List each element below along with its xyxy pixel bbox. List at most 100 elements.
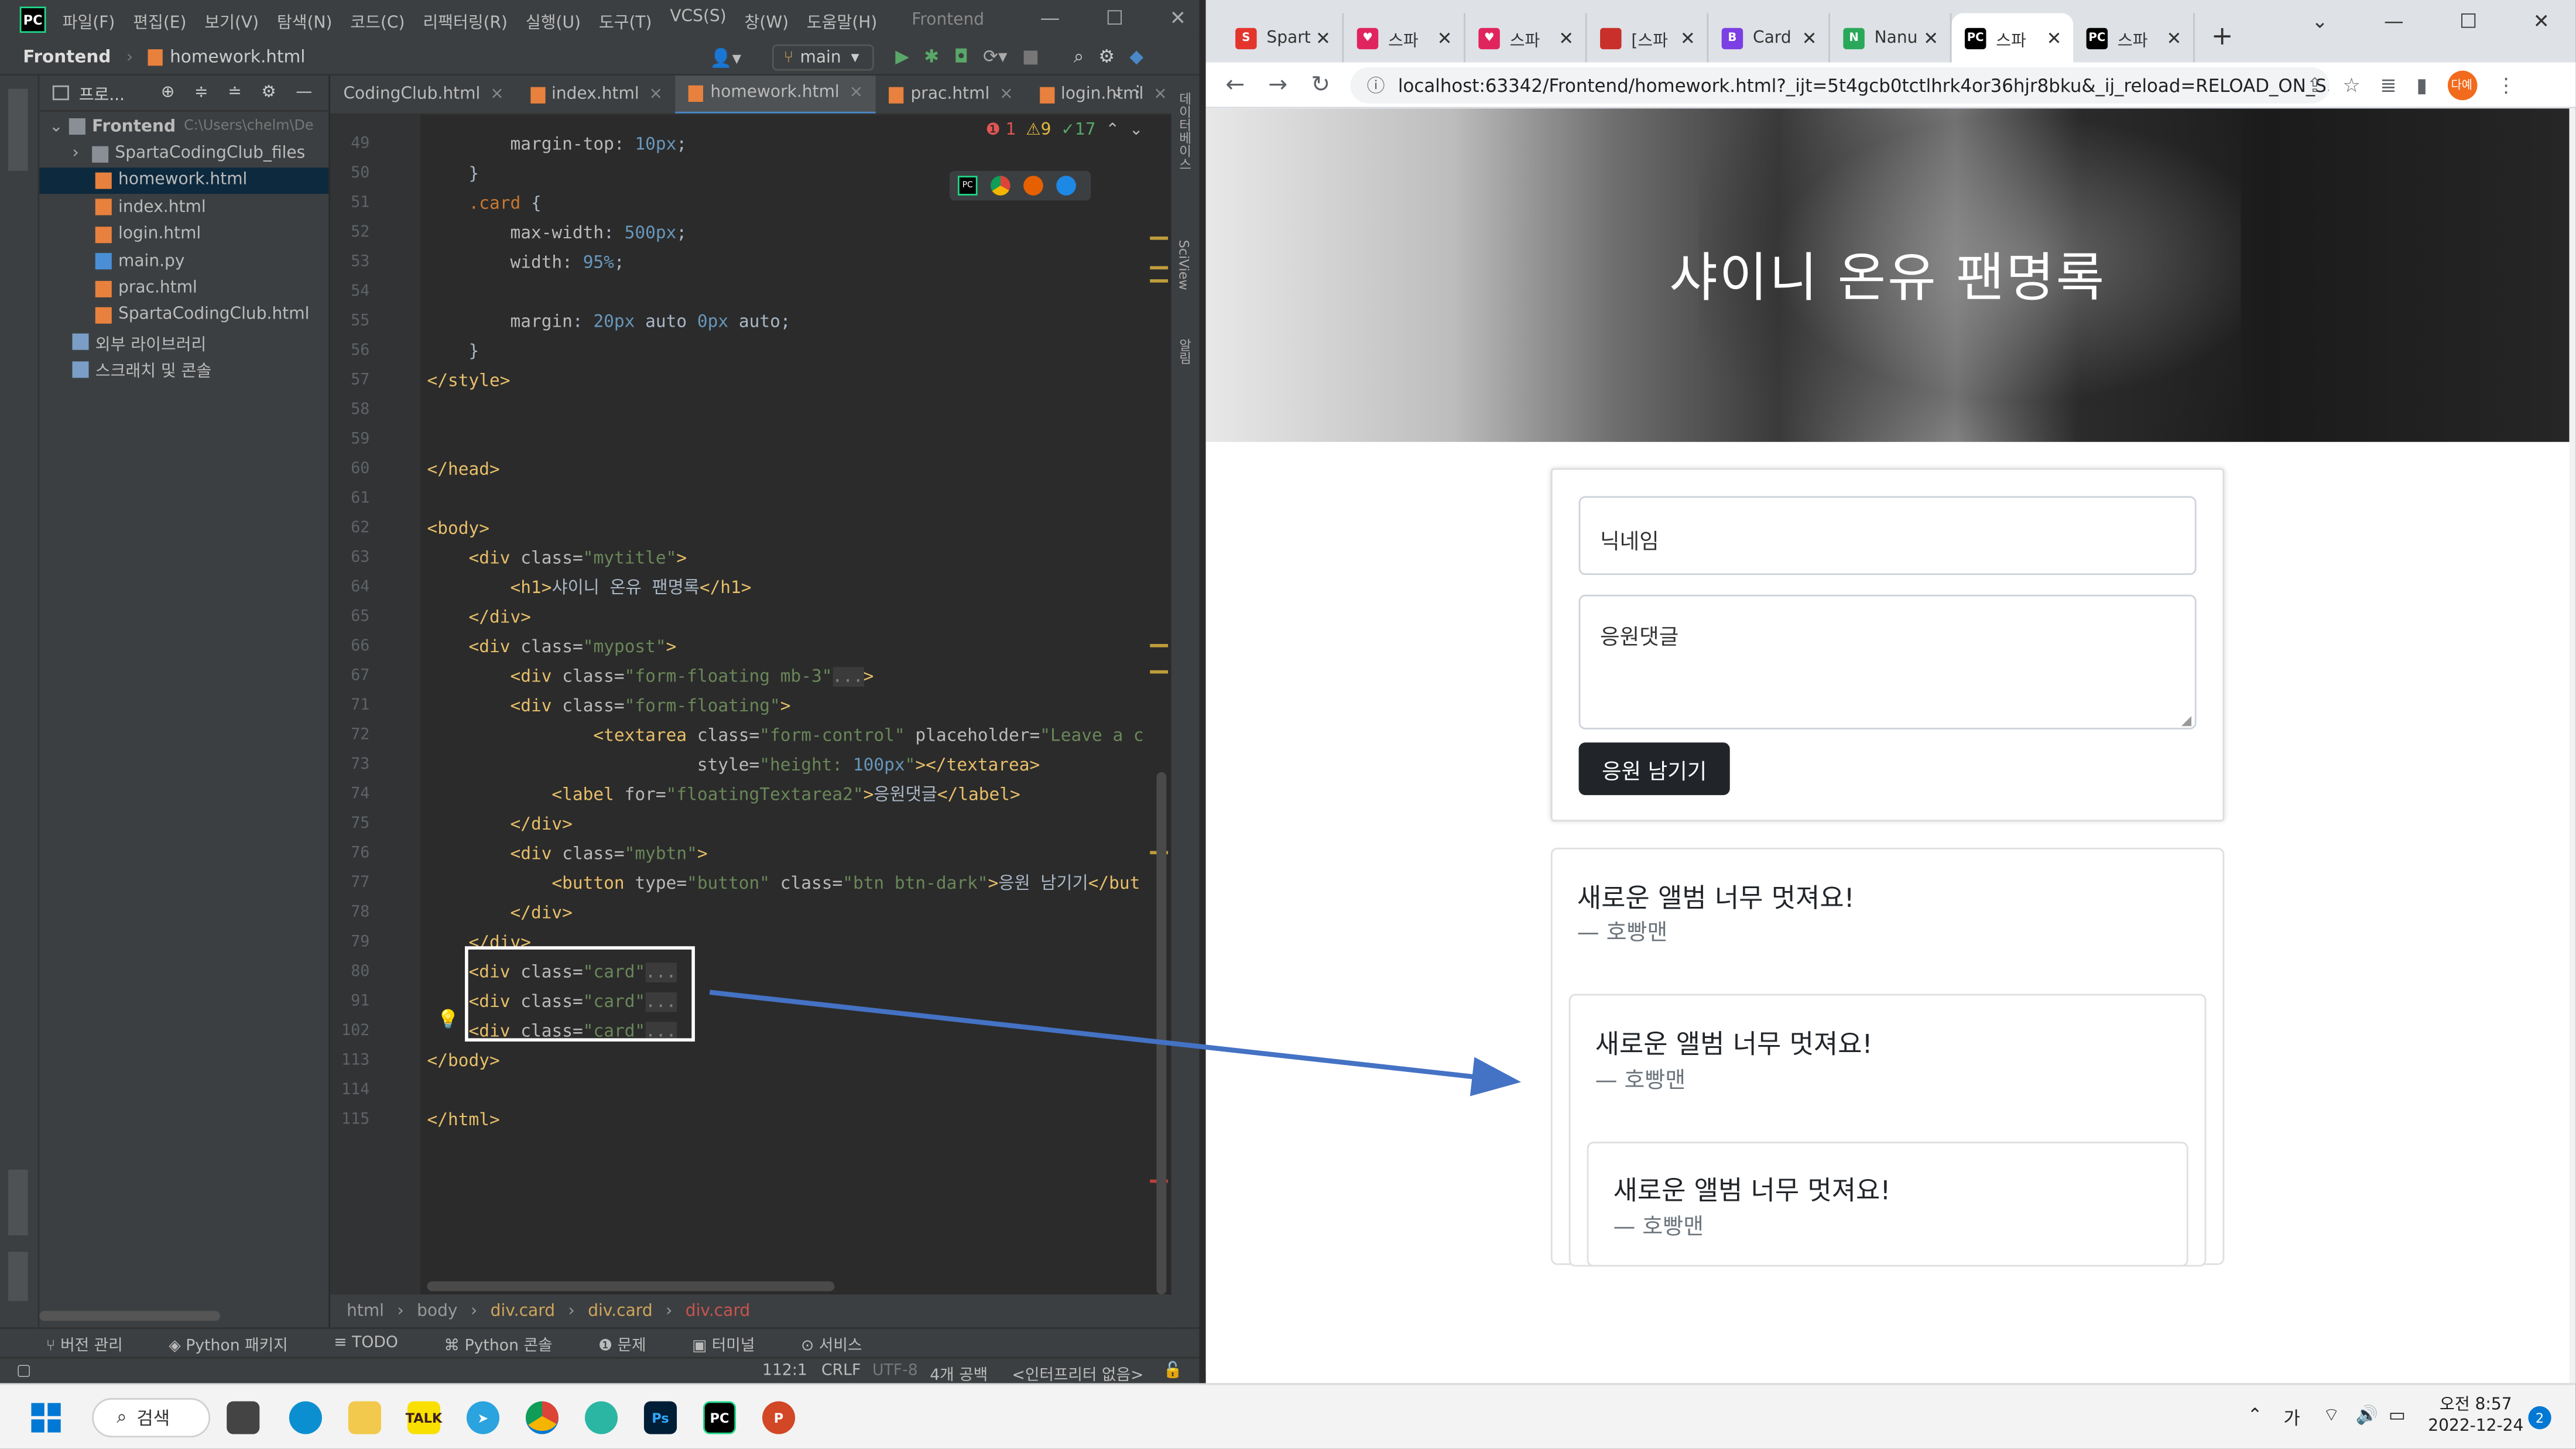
browser-tab[interactable]: ♥ 스파 ✕ (1344, 13, 1465, 63)
browser-tab[interactable]: [스파 ✕ (1587, 13, 1709, 63)
close-icon[interactable]: ✕ (1170, 6, 1186, 29)
menu-item[interactable]: 도구(T) (599, 8, 652, 32)
chevron-icon[interactable]: ⌄ (49, 118, 66, 136)
close-tab-icon[interactable]: ✕ (1558, 27, 1574, 48)
error-stripe-mark[interactable] (1150, 237, 1169, 240)
error-stripe-mark[interactable] (1150, 279, 1169, 283)
nav-file[interactable]: homework.html (170, 47, 305, 67)
stop-icon[interactable]: ■ (1022, 46, 1039, 69)
kakaotalk-icon[interactable]: TALK (406, 1401, 442, 1434)
breadcrumb-item[interactable]: div.card (491, 1302, 555, 1320)
tree-item[interactable]: login.html (39, 221, 328, 248)
debug-icon[interactable]: ✱ (924, 46, 939, 69)
tab-search-icon[interactable]: ⌄ (2311, 10, 2328, 33)
close-tab-icon[interactable]: ✕ (1923, 27, 1938, 48)
tree-item[interactable]: homework.html (39, 167, 329, 194)
browser-tab[interactable]: B Card ✕ (1708, 13, 1830, 63)
tool-window-button[interactable]: ⌘ Python 콘솔 (421, 1331, 552, 1355)
close-tab-icon[interactable]: × (849, 84, 864, 102)
collapse-all-icon[interactable]: ≐ (228, 84, 242, 102)
editor-tab[interactable]: login.html × (1026, 76, 1171, 114)
settings-icon[interactable]: ⚙ (1098, 46, 1115, 69)
run-icon[interactable]: ▶ (895, 46, 909, 69)
nickname-input[interactable]: 닉네임 (1578, 496, 2197, 576)
menu-item[interactable]: 창(W) (745, 8, 789, 32)
file-explorer-icon[interactable] (348, 1401, 381, 1434)
browser-tab[interactable]: ♥ 스파 ✕ (1465, 13, 1587, 63)
address-bar[interactable]: ⓘ localhost:63342/Frontend/homework.html… (1350, 67, 2330, 104)
code-line[interactable]: </div> (427, 603, 531, 633)
close-tab-icon[interactable]: ✕ (2047, 27, 2062, 48)
editor-tab[interactable]: index.html × (517, 76, 676, 114)
minimize-icon[interactable]: — (2384, 10, 2404, 33)
code-editor[interactable]: margin-top: 10px; } .card { max-width: 5… (420, 115, 1169, 1295)
browser-tab[interactable]: S Spart ✕ (1222, 13, 1344, 63)
code-line[interactable]: <textarea class="form-control" placehold… (427, 721, 1143, 751)
chrome-taskbar-icon[interactable] (525, 1401, 559, 1434)
tray-chevron-up-icon[interactable]: ⌃ (2248, 1405, 2263, 1426)
close-tab-icon[interactable]: ✕ (1316, 27, 1331, 48)
search-icon[interactable]: ⌕ (1074, 46, 1084, 69)
tool-window-button[interactable]: ⑂ 버전 관리 (23, 1331, 123, 1355)
locate-icon[interactable]: ⊕ (161, 84, 175, 102)
close-tab-icon[interactable]: ✕ (2167, 27, 2182, 48)
minimize-icon[interactable]: — (1040, 6, 1060, 29)
menu-item[interactable]: 도움말(H) (807, 8, 877, 32)
close-tab-icon[interactable]: × (649, 85, 663, 104)
comment-textarea[interactable]: 응원댓글 ◢ (1578, 594, 2197, 729)
maximize-icon[interactable]: ☐ (1106, 6, 1123, 29)
code-line[interactable]: width: 95%; (427, 248, 624, 278)
project-view-icon[interactable] (52, 85, 69, 101)
tree-item[interactable]: index.html (39, 194, 328, 221)
breadcrumb-item[interactable]: div.card (588, 1302, 652, 1320)
code-line[interactable]: <div class="form-floating mb-3"...> (427, 662, 873, 692)
bookmarks-tool-button[interactable] (8, 1169, 28, 1236)
code-line[interactable]: margin: 20px auto 0px auto; (427, 307, 790, 337)
edge-icon[interactable] (1056, 176, 1076, 196)
structure-tool-button[interactable] (8, 1252, 28, 1301)
code-line[interactable]: </body> (427, 1046, 500, 1076)
resize-handle-icon[interactable]: ◢ (2181, 713, 2191, 728)
code-line[interactable]: <div class="mytitle"> (427, 544, 687, 574)
reading-list-icon[interactable]: ≣ (2380, 74, 2396, 97)
hide-icon[interactable]: — (296, 84, 312, 102)
menu-item[interactable]: 파일(F) (63, 8, 115, 32)
interpreter-status[interactable]: <인터프리터 없음> (1012, 1362, 1143, 1385)
close-tab-icon[interactable]: ✕ (1802, 27, 1817, 48)
firefox-icon[interactable] (1023, 176, 1043, 196)
lightbulb-icon[interactable]: 💡 (437, 1009, 459, 1030)
caret-position[interactable]: 112:1 (762, 1362, 807, 1380)
layout-icon[interactable]: ▢ (16, 1362, 31, 1380)
submit-comment-button[interactable]: 응원 남기기 (1578, 742, 1730, 796)
breadcrumb-item[interactable]: html (347, 1302, 384, 1320)
tool-window-button[interactable]: ⊙ 서비스 (778, 1331, 862, 1355)
menu-item[interactable]: 코드(C) (350, 8, 405, 32)
telegram-icon[interactable]: ➤ (466, 1401, 500, 1434)
close-tab-icon[interactable]: × (1153, 85, 1167, 104)
error-stripe-mark[interactable] (1150, 643, 1169, 648)
nav-project[interactable]: Frontend (23, 47, 111, 67)
code-line[interactable]: max-width: 500px; (427, 218, 687, 248)
tool-window-button[interactable]: ≡ TODO (311, 1334, 398, 1352)
chrome-icon[interactable] (991, 176, 1010, 196)
profile-avatar[interactable]: 다예 (2447, 70, 2477, 101)
forward-icon[interactable]: → (1268, 71, 1291, 98)
notifications-tool-button[interactable]: 알림 (1176, 338, 1194, 365)
task-view-icon[interactable] (227, 1401, 260, 1434)
share-icon[interactable]: ⇪ (2307, 74, 2323, 97)
battery-icon[interactable]: ▭ (2389, 1405, 2406, 1426)
page-scrollbar[interactable] (2569, 108, 2576, 1383)
tree-item[interactable]: ⌄ Frontend C:\Users\chelm\De (39, 114, 328, 141)
project-panel-title[interactable]: 프로... (79, 80, 125, 105)
project-tool-button[interactable] (8, 88, 28, 171)
tree-item[interactable]: 스크래치 및 콘솔 (39, 356, 328, 383)
code-line[interactable]: .card { (427, 189, 542, 219)
more-menu-icon[interactable]: ⋮ (2496, 74, 2516, 97)
database-tool-button[interactable]: 데이터베이스 (1176, 92, 1194, 171)
browser-tab[interactable]: PC 스파 ✕ (2073, 13, 2195, 63)
new-tab-icon[interactable]: + (2211, 20, 2234, 51)
indent-setting[interactable]: 4개 공백 (930, 1362, 988, 1385)
maximize-icon[interactable]: ☐ (2459, 10, 2477, 33)
powerpoint-icon[interactable]: P (762, 1401, 796, 1434)
notification-badge[interactable]: 2 (2528, 1406, 2551, 1430)
